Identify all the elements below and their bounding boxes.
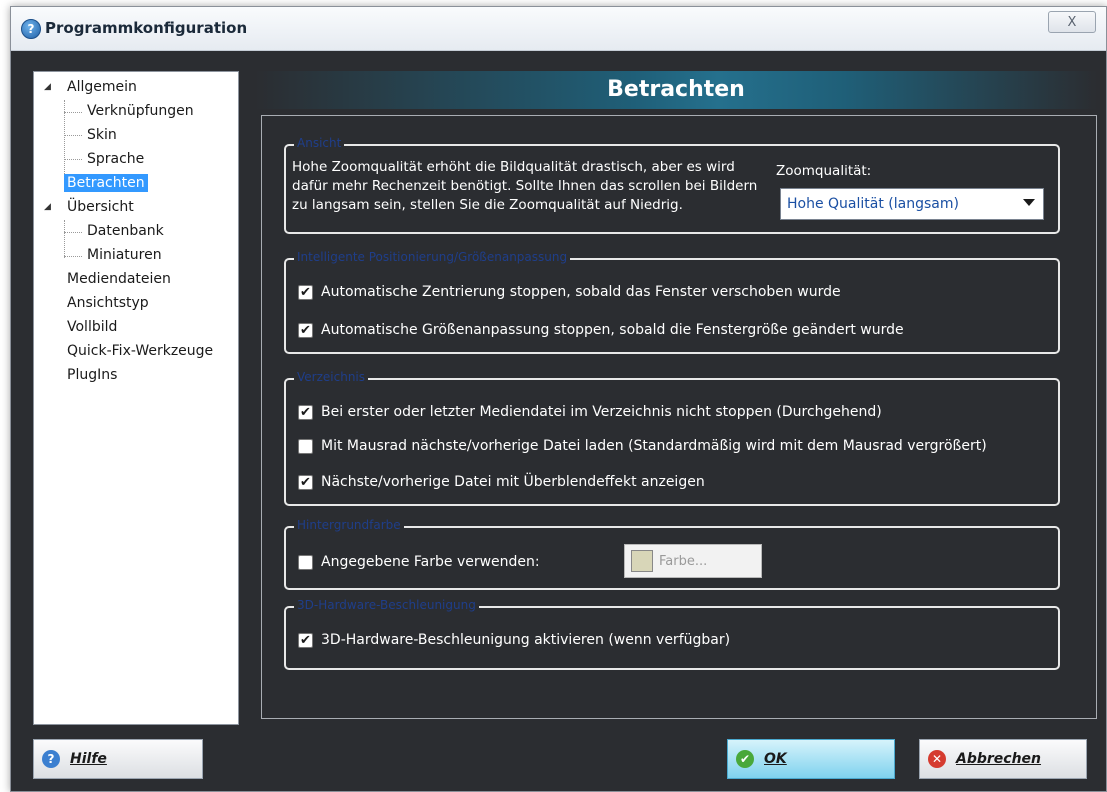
option-label: Bei erster oder letzter Mediendatei im V… <box>321 404 882 420</box>
section-title: Betrachten <box>607 77 745 102</box>
cancel-button[interactable]: ✕ Abbrechen <box>919 739 1087 779</box>
tree-connector <box>64 159 82 160</box>
option-durchgehend[interactable]: ✔ Bei erster oder letzter Mediendatei im… <box>298 402 882 422</box>
content-panel: Ansicht Hohe Zoomqualität erhöht die Bil… <box>261 115 1097 719</box>
tree-item-mediendateien[interactable]: Mediendateien <box>64 268 174 290</box>
color-swatch <box>631 550 653 572</box>
window-title: Programmkonfiguration <box>45 19 248 37</box>
cancel-icon: ✕ <box>928 750 946 768</box>
option-label: Nächste/vorherige Datei mit Überblendeff… <box>321 474 705 490</box>
group-positionierung: Intelligente Positionierung/Größenanpass… <box>284 250 1060 354</box>
tree-item-sprache[interactable]: Sprache <box>84 148 147 170</box>
tree-item-allgemein[interactable]: Allgemein <box>64 76 140 98</box>
option-label: Automatische Zentrierung stoppen, sobald… <box>321 284 841 300</box>
checkbox-groessenanpassung[interactable]: ✔ <box>298 322 313 338</box>
settings-tree[interactable]: ◢ Allgemein Verknüpfungen Skin Sprache B… <box>33 71 239 725</box>
checkbox-durchgehend[interactable]: ✔ <box>298 404 313 420</box>
option-farbe-verwenden[interactable]: Angegebene Farbe verwenden: <box>298 552 540 572</box>
zoom-description: Hohe Zoomqualität erhöht die Bildqualitä… <box>292 159 758 213</box>
zoom-label: Zoomqualität: <box>776 163 872 179</box>
section-header: Betrachten <box>255 71 1097 109</box>
color-button-label: Farbe... <box>659 553 708 569</box>
checkbox-3d-hardware[interactable]: ✔ <box>298 632 313 648</box>
group-legend-hintergrundfarbe: Hintergrundfarbe <box>294 518 404 532</box>
checkmark-icon: ✔ <box>736 750 754 768</box>
close-icon: X <box>1067 14 1077 30</box>
checkbox-ueberblendeffekt[interactable]: ✔ <box>298 474 313 490</box>
help-label: Hilfe <box>70 751 107 767</box>
option-ueberblendeffekt[interactable]: ✔ Nächste/vorherige Datei mit Überblende… <box>298 472 705 492</box>
checkbox-zentrierung[interactable]: ✔ <box>298 284 313 300</box>
tree-item-ansichtstyp[interactable]: Ansichtstyp <box>64 292 152 314</box>
tree-item-betrachten[interactable]: Betrachten <box>64 172 148 194</box>
group-hintergrundfarbe: Hintergrundfarbe Angegebene Farbe verwen… <box>284 518 1060 590</box>
tree-connector <box>64 256 82 257</box>
option-label: Mit Mausrad nächste/vorherige Datei lade… <box>321 438 987 454</box>
group-legend-positionierung: Intelligente Positionierung/Größenanpass… <box>294 250 571 264</box>
tree-item-plugins[interactable]: PlugIns <box>64 364 120 386</box>
checkbox-mausrad[interactable] <box>298 438 313 454</box>
group-legend-verzeichnis: Verzeichnis <box>294 370 369 384</box>
group-hardware: 3D-Hardware-Beschleunigung ✔ 3D-Hardware… <box>284 598 1060 670</box>
app-icon: ? <box>21 19 41 39</box>
tree-item-uebersicht[interactable]: Übersicht <box>64 196 137 218</box>
tree-item-verknuepfungen[interactable]: Verknüpfungen <box>84 100 197 122</box>
checkbox-farbe-verwenden[interactable] <box>298 554 313 570</box>
tree-connector <box>64 232 82 233</box>
help-icon: ? <box>42 750 60 768</box>
zoom-quality-select[interactable]: Hohe Qualität (langsam) <box>780 188 1044 220</box>
tree-connector <box>64 135 82 136</box>
color-picker-button[interactable]: Farbe... <box>624 544 762 578</box>
ok-button[interactable]: ✔ OK <box>727 739 895 779</box>
option-zentrierung[interactable]: ✔ Automatische Zentrierung stoppen, soba… <box>298 282 841 302</box>
zoom-quality-value: Hohe Qualität (langsam) <box>787 196 959 212</box>
config-dialog: ? Programmkonfiguration X ◢ Allgemein Ve… <box>10 6 1107 792</box>
tree-connector <box>64 112 82 113</box>
tree-connector <box>64 220 65 258</box>
close-button[interactable]: X <box>1048 11 1096 33</box>
group-verzeichnis: Verzeichnis ✔ Bei erster oder letzter Me… <box>284 370 1060 506</box>
group-legend-hardware: 3D-Hardware-Beschleunigung <box>294 598 479 612</box>
tree-item-datenbank[interactable]: Datenbank <box>84 220 167 242</box>
help-button[interactable]: ? Hilfe <box>33 739 203 779</box>
cancel-label: Abbrechen <box>956 751 1042 767</box>
tree-item-quick-fix[interactable]: Quick-Fix-Werkzeuge <box>64 340 216 362</box>
group-ansicht: Ansicht Hohe Zoomqualität erhöht die Bil… <box>284 136 1060 234</box>
dropdown-arrow-icon[interactable] <box>1023 199 1035 206</box>
tree-item-skin[interactable]: Skin <box>84 124 120 146</box>
option-mausrad[interactable]: Mit Mausrad nächste/vorherige Datei lade… <box>298 436 987 456</box>
option-3d-hardware[interactable]: ✔ 3D-Hardware-Beschleunigung aktivieren … <box>298 630 730 650</box>
tree-item-miniaturen[interactable]: Miniaturen <box>84 244 165 266</box>
group-legend-ansicht: Ansicht <box>294 136 345 150</box>
tree-item-vollbild[interactable]: Vollbild <box>64 316 120 338</box>
title-bar[interactable]: ? Programmkonfiguration X <box>11 7 1106 51</box>
collapse-arrow-icon[interactable]: ◢ <box>44 202 51 212</box>
ok-label: OK <box>764 751 787 767</box>
option-label: Angegebene Farbe verwenden: <box>321 554 540 570</box>
option-label: 3D-Hardware-Beschleunigung aktivieren (w… <box>321 632 731 648</box>
option-groessenanpassung[interactable]: ✔ Automatische Größenanpassung stoppen, … <box>298 320 904 340</box>
option-label: Automatische Größenanpassung stoppen, so… <box>321 322 904 338</box>
collapse-arrow-icon[interactable]: ◢ <box>44 82 51 92</box>
